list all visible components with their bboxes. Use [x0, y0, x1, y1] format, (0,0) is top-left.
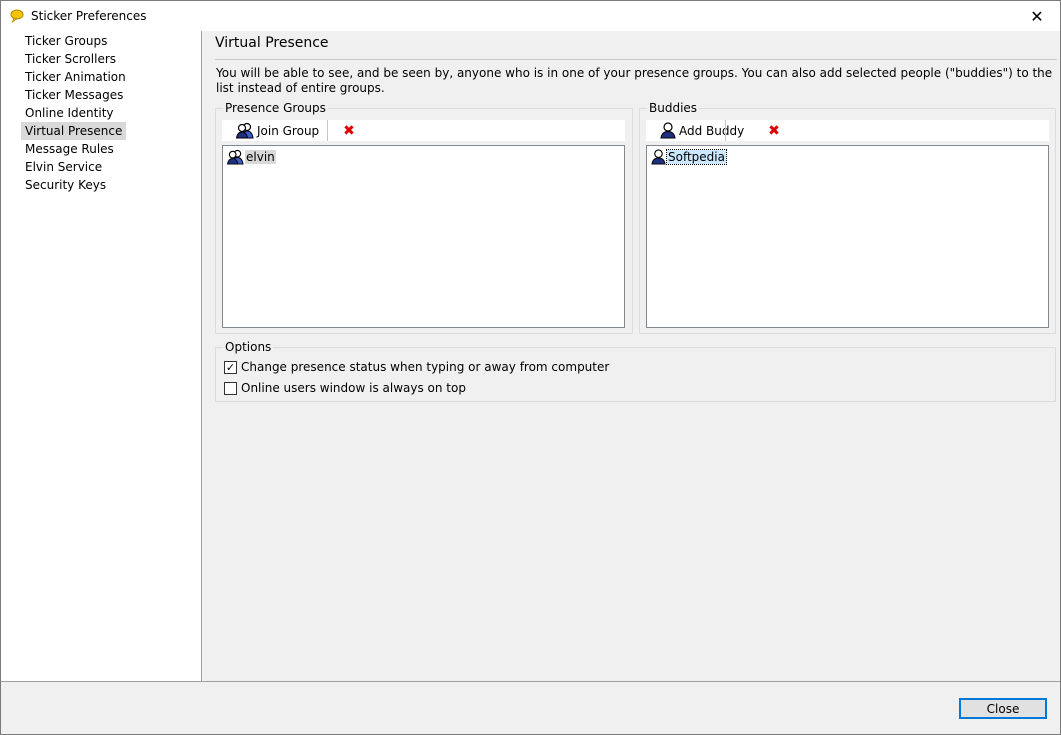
close-button[interactable]: Close [959, 698, 1047, 719]
window-close-button[interactable]: ✕ [1014, 1, 1060, 31]
preferences-window: Sticker Preferences ✕ Ticker Groups Tick… [0, 0, 1061, 735]
change-status-checkbox[interactable]: ✓ [224, 360, 237, 374]
group-people-icon [236, 122, 254, 139]
buddies-section: Buddies Add Buddy ✖ Softpedia [639, 101, 1056, 334]
toolbar-separator [327, 120, 328, 141]
sidebar-item-online-identity[interactable]: Online Identity [21, 104, 118, 122]
list-item[interactable]: elvin [227, 148, 276, 166]
close-icon: ✕ [1030, 6, 1044, 26]
heading-divider [215, 59, 1057, 60]
toolbar-separator [725, 120, 726, 141]
group-people-icon [227, 149, 244, 165]
sidebar-item-virtual-presence[interactable]: Virtual Presence [21, 122, 127, 140]
delete-x-icon: ✖ [343, 122, 355, 139]
add-buddy-label: Add Buddy [679, 123, 745, 138]
always-on-top-option[interactable]: Online users window is always on top [224, 380, 466, 396]
remove-buddy-button[interactable]: ✖ [763, 120, 785, 141]
always-on-top-checkbox[interactable] [224, 381, 237, 395]
window-title: Sticker Preferences [31, 9, 147, 23]
presence-groups-list[interactable]: elvin [222, 145, 625, 328]
sidebar-item-ticker-animation[interactable]: Ticker Animation [21, 68, 130, 86]
group-name: elvin [245, 150, 276, 164]
person-icon [651, 149, 666, 165]
presence-groups-toolbar: Join Group ✖ [222, 120, 625, 141]
remove-group-button[interactable]: ✖ [338, 120, 360, 141]
delete-x-icon: ✖ [768, 122, 780, 139]
change-status-option[interactable]: ✓ Change presence status when typing or … [224, 359, 609, 375]
settings-panel: Virtual Presence You will be able to see… [202, 31, 1060, 681]
sidebar-item-security-keys[interactable]: Security Keys [21, 176, 110, 194]
person-icon [660, 122, 676, 139]
options-label: Options [223, 340, 274, 354]
always-on-top-label: Online users window is always on top [241, 381, 466, 395]
join-group-label: Join Group [257, 123, 320, 138]
sidebar-item-elvin-service[interactable]: Elvin Service [21, 158, 106, 176]
page-title: Virtual Presence [215, 35, 329, 51]
buddies-label: Buddies [647, 101, 700, 115]
list-item[interactable]: Softpedia [651, 148, 727, 166]
footer-divider [1, 681, 1060, 682]
sidebar-item-ticker-scrollers[interactable]: Ticker Scrollers [21, 50, 120, 68]
sidebar-item-message-rules[interactable]: Message Rules [21, 140, 118, 158]
presence-groups-label: Presence Groups [223, 101, 328, 115]
presence-groups-section: Presence Groups Join Group ✖ elvin [215, 101, 633, 334]
join-group-button[interactable]: Join Group [232, 120, 323, 141]
buddies-list[interactable]: Softpedia [646, 145, 1049, 328]
page-description: You will be able to see, and be seen by,… [216, 66, 1053, 95]
buddies-toolbar: Add Buddy ✖ [646, 120, 1049, 141]
options-section: Options ✓ Change presence status when ty… [215, 340, 1056, 402]
sidebar-item-ticker-messages[interactable]: Ticker Messages [21, 86, 127, 104]
add-buddy-button[interactable]: Add Buddy [656, 120, 748, 141]
speech-bubble-icon [10, 9, 24, 23]
category-sidebar: Ticker Groups Ticker Scrollers Ticker An… [1, 31, 202, 681]
title-bar: Sticker Preferences ✕ [1, 1, 1060, 31]
sidebar-item-ticker-groups[interactable]: Ticker Groups [21, 32, 111, 50]
change-status-label: Change presence status when typing or aw… [241, 360, 610, 374]
buddy-name: Softpedia [666, 149, 727, 165]
